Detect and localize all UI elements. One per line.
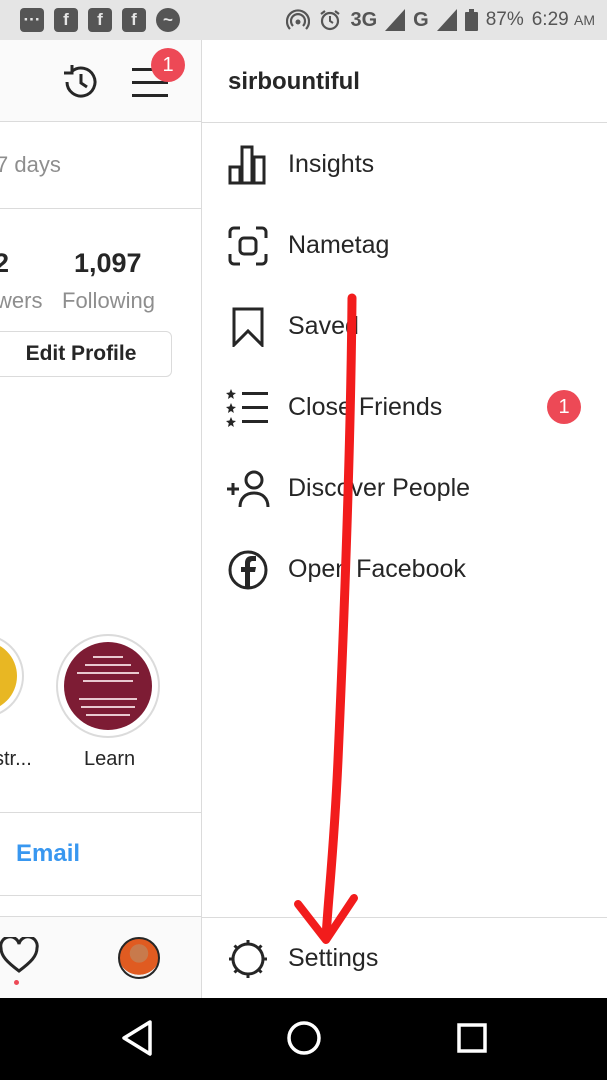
recents-icon[interactable] bbox=[455, 1019, 489, 1057]
following-label[interactable]: Following bbox=[62, 288, 155, 314]
status-bar: ··· f f f ~ 3G G 87% 6:29 AM bbox=[0, 0, 607, 40]
menu-item-close-friends[interactable]: Close Friends 1 bbox=[202, 367, 607, 448]
system-icons: 3G G 87% 6:29 AM bbox=[286, 8, 595, 32]
message-icon: ··· bbox=[20, 8, 44, 32]
menu-item-discover-people[interactable]: Discover People bbox=[202, 448, 607, 529]
messenger-icon: ~ bbox=[156, 8, 180, 32]
settings-bar: Settings bbox=[202, 917, 607, 998]
bottom-tab-bar bbox=[0, 916, 201, 998]
bookmark-icon bbox=[226, 305, 270, 349]
menu-item-label: Close Friends bbox=[288, 393, 443, 421]
notification-icons: ··· f f f ~ bbox=[20, 8, 180, 32]
battery-icon bbox=[464, 9, 478, 31]
highlight-label: Learn bbox=[84, 748, 136, 770]
heart-icon[interactable] bbox=[0, 937, 40, 975]
alarm-icon bbox=[320, 10, 341, 31]
menu-item-label: Open Facebook bbox=[288, 555, 466, 583]
followers-count[interactable]: 2 bbox=[0, 248, 9, 279]
email-button[interactable]: Email bbox=[16, 840, 80, 868]
highlight-cover bbox=[64, 642, 152, 730]
nametag-icon bbox=[226, 224, 270, 268]
menu-item-label: Settings bbox=[288, 944, 379, 972]
menu-item-settings[interactable]: Settings bbox=[202, 918, 607, 999]
drawer-username: sirbountiful bbox=[228, 68, 360, 95]
network-type: 3G bbox=[350, 8, 378, 31]
avatar[interactable] bbox=[118, 937, 160, 979]
insights-icon bbox=[226, 143, 270, 187]
highlight-cover bbox=[0, 641, 17, 711]
side-drawer: sirbountiful Insights Nametag Saved Clos… bbox=[201, 40, 607, 998]
clock: 6:29 AM bbox=[531, 9, 595, 30]
facebook-icon bbox=[226, 548, 270, 592]
followers-label[interactable]: wers bbox=[0, 288, 42, 314]
highlight-label: str... bbox=[0, 748, 32, 770]
system-nav-bar bbox=[0, 998, 607, 1080]
menu-item-saved[interactable]: Saved bbox=[202, 286, 607, 367]
menu-item-label: Nametag bbox=[288, 231, 390, 259]
menu-item-insights[interactable]: Insights bbox=[202, 124, 607, 205]
following-count[interactable]: 1,097 bbox=[74, 248, 142, 279]
divider bbox=[0, 208, 201, 209]
divider bbox=[202, 122, 607, 123]
story-highlight[interactable] bbox=[56, 634, 160, 738]
back-icon[interactable] bbox=[120, 1019, 154, 1057]
gear-icon bbox=[226, 937, 270, 981]
divider bbox=[0, 812, 201, 813]
add-person-icon bbox=[226, 467, 270, 511]
battery-percent: 87% bbox=[485, 9, 524, 30]
carrier-signal: G bbox=[413, 8, 429, 31]
archive-history-icon[interactable] bbox=[58, 60, 102, 104]
menu-item-label: Saved bbox=[288, 312, 359, 340]
facebook-icon: f bbox=[54, 8, 78, 32]
signal-icon bbox=[385, 9, 406, 31]
notification-badge: 1 bbox=[151, 48, 185, 82]
account-days-text: 7 days bbox=[0, 152, 61, 177]
close-friends-badge: 1 bbox=[547, 390, 581, 424]
facebook-icon: f bbox=[88, 8, 112, 32]
menu-item-label: Insights bbox=[288, 150, 375, 178]
hotspot-icon bbox=[286, 9, 311, 30]
story-highlight[interactable] bbox=[0, 634, 24, 718]
activity-dot bbox=[14, 980, 19, 985]
signal-icon bbox=[436, 9, 457, 31]
menu-item-open-facebook[interactable]: Open Facebook bbox=[202, 529, 607, 610]
divider bbox=[0, 895, 201, 896]
close-friends-icon bbox=[226, 386, 270, 430]
edit-profile-button[interactable]: Edit Profile bbox=[0, 331, 172, 377]
menu-item-nametag[interactable]: Nametag bbox=[202, 205, 607, 286]
home-icon[interactable] bbox=[285, 1019, 323, 1057]
profile-panel: 1 7 days 2 wers 1,097 Following Edit Pro… bbox=[0, 40, 201, 998]
menu-item-label: Discover People bbox=[288, 474, 471, 502]
profile-header: 1 bbox=[0, 40, 201, 122]
facebook-icon: f bbox=[122, 8, 146, 32]
